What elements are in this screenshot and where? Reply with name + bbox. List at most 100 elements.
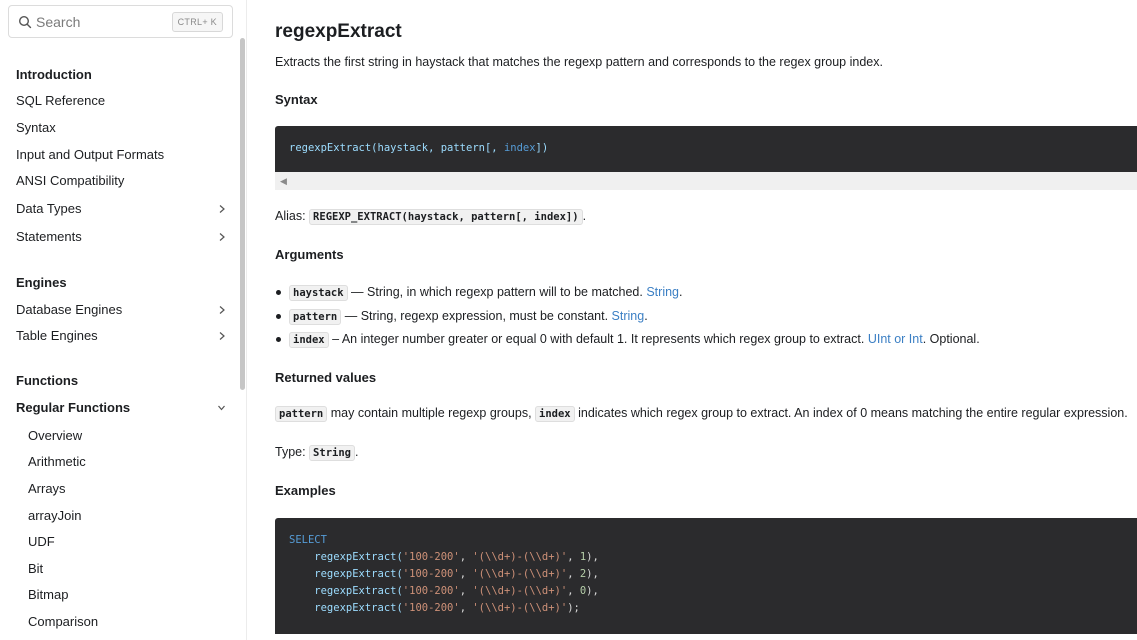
type-link[interactable]: UInt or Int (868, 332, 923, 346)
syntax-code-block: regexpExtract(haystack, pattern[, index]… (275, 126, 1137, 172)
code-line: regexpExtract('100-200', '(\\d+)-(\\d+)'… (289, 549, 1137, 566)
sidebar-item-introduction[interactable]: Introduction (16, 65, 226, 85)
sidebar-subitem-comparison[interactable]: Comparison (28, 612, 238, 632)
arg-name: index (289, 332, 329, 348)
list-item: index – An integer number greater or equ… (275, 330, 980, 354)
code-fn: regexpExtract(haystack, pattern[, (289, 142, 504, 154)
code-punc: , (459, 585, 473, 597)
sidebar-item-table-engines[interactable]: Table Engines (16, 326, 226, 346)
sidebar-subitem-bitmap[interactable]: Bitmap (28, 585, 238, 605)
code-scrollbar[interactable]: ◀ (275, 172, 1137, 190)
code-punc: ), (586, 568, 599, 580)
arguments-heading: Arguments (275, 247, 344, 262)
code-punc: ); (567, 602, 580, 614)
doc-content: regexpExtract Extracts the first string … (247, 0, 1137, 640)
code-string: '(\\d+)-(\\d+)' (472, 551, 568, 563)
code-punc: ), (586, 585, 599, 597)
code-fn: regexpExtract( (289, 568, 403, 580)
search-placeholder: Search (36, 14, 81, 30)
sidebar-item-statements[interactable]: Statements (16, 227, 226, 247)
sidebar-subitem-arrayjoin[interactable]: arrayJoin (28, 506, 238, 526)
code-string: '100-200' (402, 585, 460, 597)
sidebar-item-syntax[interactable]: Syntax (16, 118, 226, 138)
sidebar-item-data-types[interactable]: Data Types (16, 199, 226, 219)
syntax-heading: Syntax (275, 92, 318, 107)
sidebar-item-ansi[interactable]: ANSI Compatibility (16, 171, 226, 191)
alias-code: REGEXP_EXTRACT(haystack, pattern[, index… (309, 209, 583, 225)
type-link[interactable]: String (612, 309, 645, 323)
chevron-right-icon[interactable] (217, 232, 226, 242)
type-line: Type: String. (275, 445, 359, 461)
returned-values-heading: Returned values (275, 370, 377, 385)
sidebar-subitem-arrays[interactable]: Arrays (28, 479, 238, 499)
arg-text: – An integer number greater or equal 0 w… (328, 332, 868, 346)
sidebar-subitem-bit[interactable]: Bit (28, 559, 238, 579)
code-line: regexpExtract(haystack, pattern[, index]… (289, 140, 1137, 157)
chevron-right-icon[interactable] (217, 331, 226, 341)
arrow-left-icon[interactable]: ◀ (280, 176, 287, 187)
example-code-block: SELECT regexpExtract('100-200', '(\\d+)-… (275, 518, 1137, 634)
code-string: '100-200' (402, 568, 460, 580)
code-punc: , (567, 585, 580, 597)
code-punc: , (567, 551, 580, 563)
page-title: regexpExtract (275, 21, 402, 42)
returned-text-2: indicates which regex group to extract. … (574, 406, 1128, 420)
sidebar-subitem-udf[interactable]: UDF (28, 532, 238, 552)
code-fn: regexpExtract( (289, 551, 403, 563)
list-item: haystack — String, in which regexp patte… (275, 283, 980, 307)
code-string: '100-200' (402, 602, 460, 614)
alias-label: Alias: (275, 209, 310, 223)
code-tail: ]) (535, 142, 549, 154)
code-punc: ), (586, 551, 599, 563)
returned-code-pattern: pattern (275, 406, 328, 422)
chevron-down-icon[interactable] (217, 403, 226, 413)
list-item: pattern — String, regexp expression, mus… (275, 307, 980, 331)
arg-text: — String, regexp expression, must be con… (341, 308, 612, 323)
code-punc: , (567, 568, 580, 580)
code-line: regexpExtract('100-200', '(\\d+)-(\\d+)'… (289, 566, 1137, 583)
sidebar: Search CTRL+ K Introduction SQL Referenc… (0, 0, 247, 640)
search-shortcut: CTRL+ K (171, 12, 223, 32)
alias-line: Alias: REGEXP_EXTRACT(haystack, pattern[… (275, 209, 587, 225)
returned-code-index: index (535, 406, 575, 422)
type-label: Type: (275, 445, 310, 459)
sidebar-subitem-overview[interactable]: Overview (28, 426, 238, 446)
sidebar-item-database-engines[interactable]: Database Engines (16, 300, 226, 320)
search-box[interactable]: Search CTRL+ K (8, 5, 233, 38)
code-string: '100-200' (402, 551, 460, 563)
code-punc: , (459, 602, 473, 614)
chevron-right-icon[interactable] (217, 204, 226, 214)
arg-after: . (679, 285, 683, 299)
sidebar-item-functions[interactable]: Functions (16, 371, 226, 391)
sidebar-item-label: Database Engines (16, 302, 123, 317)
code-punc: , (459, 568, 473, 580)
code-line: regexpExtract('100-200', '(\\d+)-(\\d+)'… (289, 583, 1137, 600)
code-punc: , (459, 551, 473, 563)
arg-after: . Optional. (922, 332, 980, 346)
code-line: regexpExtract('100-200', '(\\d+)-(\\d+)'… (289, 600, 1137, 617)
code-string: '(\\d+)-(\\d+)' (472, 568, 568, 580)
type-code: String (309, 445, 355, 461)
arg-name: pattern (289, 308, 342, 325)
sidebar-scrollbar[interactable] (240, 38, 245, 390)
sidebar-item-regular-functions[interactable]: Regular Functions (16, 398, 226, 418)
type-end: . (354, 445, 359, 459)
sidebar-item-io-formats[interactable]: Input and Output Formats (16, 145, 226, 165)
code-string: '(\\d+)-(\\d+)' (472, 602, 568, 614)
returned-text-1: may contain multiple regexp groups, (327, 406, 536, 420)
arguments-list: haystack — String, in which regexp patte… (275, 283, 980, 354)
returned-values-text: pattern may contain multiple regexp grou… (275, 406, 1128, 422)
search-icon (18, 15, 32, 29)
type-link[interactable]: String (646, 285, 679, 299)
code-fn: regexpExtract( (289, 585, 403, 597)
code-line: SELECT (289, 534, 327, 546)
sidebar-item-sql-reference[interactable]: SQL Reference (16, 91, 226, 111)
sidebar-item-label: Regular Functions (16, 400, 131, 415)
chevron-right-icon[interactable] (217, 305, 226, 315)
code-param: index (503, 142, 536, 154)
examples-heading: Examples (275, 483, 336, 498)
sidebar-subitem-arithmetic[interactable]: Arithmetic (28, 452, 238, 472)
alias-end: . (582, 209, 587, 223)
sidebar-item-engines[interactable]: Engines (16, 273, 226, 293)
code-fn: regexpExtract( (289, 602, 403, 614)
